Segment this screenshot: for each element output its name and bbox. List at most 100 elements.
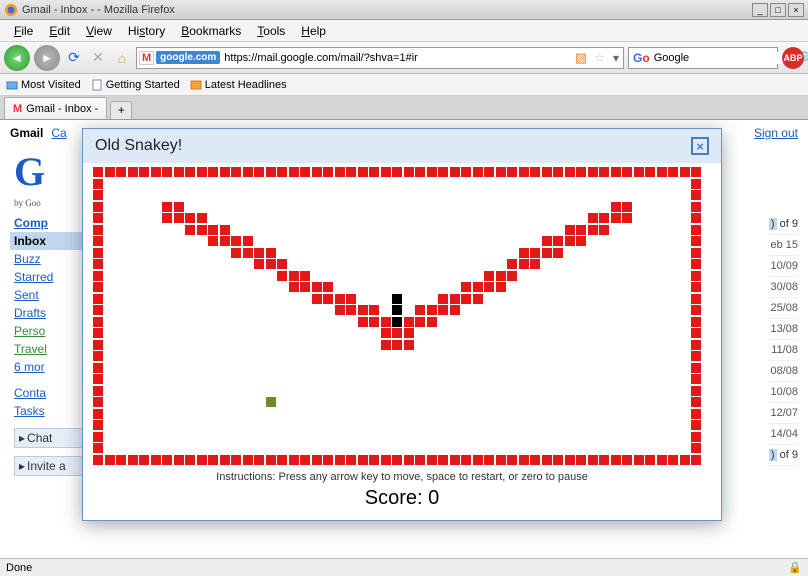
mail-date: 14/04 (769, 424, 798, 445)
wall-block (277, 167, 287, 177)
wall-block (691, 455, 701, 465)
menu-view[interactable]: View (78, 22, 120, 40)
wall-block (243, 236, 253, 246)
reload-button[interactable]: ⟳ (64, 48, 84, 68)
wall-block (461, 282, 471, 292)
menu-file[interactable]: File (6, 22, 41, 40)
label-travel[interactable]: Travel (14, 340, 84, 358)
wall-block (542, 455, 552, 465)
gmail-top-link[interactable]: Ca (51, 126, 66, 140)
wall-block (415, 317, 425, 327)
wall-block (599, 225, 609, 235)
wall-block (576, 455, 586, 465)
folder-inbox[interactable]: Inbox (10, 232, 84, 250)
wall-block (300, 282, 310, 292)
bookmark-getting-started[interactable]: Getting Started (91, 79, 180, 91)
wall-block (553, 455, 563, 465)
wall-block (553, 236, 563, 246)
wall-block (300, 455, 310, 465)
tasks-link[interactable]: Tasks (14, 402, 84, 420)
site-icon: M (139, 51, 154, 65)
compose-link[interactable]: Comp (14, 214, 84, 232)
bookmark-latest-headlines[interactable]: Latest Headlines (190, 79, 287, 91)
wall-block (335, 305, 345, 315)
wall-block (599, 455, 609, 465)
url-input[interactable] (222, 52, 572, 64)
wall-block (208, 455, 218, 465)
wall-block (289, 271, 299, 281)
search-engine-icon[interactable]: Go (629, 51, 654, 65)
wall-block (611, 167, 621, 177)
wall-block (427, 167, 437, 177)
label-personal[interactable]: Perso (14, 322, 84, 340)
wall-block (484, 167, 494, 177)
wall-block (266, 167, 276, 177)
page-icon (91, 79, 103, 91)
wall-block (496, 167, 506, 177)
search-box[interactable]: Go 🔍 (628, 47, 778, 69)
tab-gmail[interactable]: M Gmail - Inbox - (4, 97, 107, 119)
folder-sent[interactable]: Sent (14, 286, 84, 304)
url-dropdown-icon[interactable]: ▾ (609, 51, 623, 65)
wall-block (404, 317, 414, 327)
bookmark-star-icon[interactable]: ☆ (590, 51, 609, 65)
forward-button[interactable]: ► (34, 45, 60, 71)
wall-block (254, 248, 264, 258)
dialog-close-button[interactable]: × (691, 137, 709, 155)
search-input[interactable] (654, 52, 796, 64)
menu-help[interactable]: Help (293, 22, 334, 40)
chat-section[interactable]: ▸Chat (14, 428, 84, 448)
wall-block (128, 455, 138, 465)
wall-block (691, 225, 701, 235)
wall-block (93, 386, 103, 396)
wall-block (346, 167, 356, 177)
firefox-icon (4, 3, 18, 17)
wall-block (691, 328, 701, 338)
more-labels[interactable]: 6 mor (14, 358, 84, 376)
wall-block (473, 455, 483, 465)
folder-drafts[interactable]: Drafts (14, 304, 84, 322)
close-window-button[interactable]: × (788, 3, 804, 17)
wall-block (300, 167, 310, 177)
maximize-button[interactable]: □ (770, 3, 786, 17)
game-score: Score: 0 (93, 487, 711, 510)
home-button[interactable]: ⌂ (112, 48, 132, 68)
wall-block (93, 328, 103, 338)
minimize-button[interactable]: _ (752, 3, 768, 17)
wall-block (415, 305, 425, 315)
wall-block (691, 259, 701, 269)
url-bar[interactable]: M google.com ▧ ☆ ▾ (136, 47, 624, 69)
menu-tools[interactable]: Tools (249, 22, 293, 40)
new-tab-button[interactable]: + (110, 101, 132, 119)
back-button[interactable]: ◄ (4, 45, 30, 71)
contacts-link[interactable]: Conta (14, 384, 84, 402)
menu-bookmarks[interactable]: Bookmarks (173, 22, 249, 40)
adblock-icon[interactable]: ABP (782, 47, 804, 69)
wall-block (622, 213, 632, 223)
folder-buzz[interactable]: Buzz (14, 250, 84, 268)
wall-block (289, 282, 299, 292)
wall-block (622, 455, 632, 465)
sign-out-link[interactable]: Sign out (754, 126, 798, 140)
wall-block (657, 455, 667, 465)
wall-block (93, 259, 103, 269)
mail-date: 25/08 (769, 298, 798, 319)
rss-icon[interactable]: ▧ (575, 50, 587, 66)
game-board[interactable] (93, 167, 709, 467)
wall-block (691, 294, 701, 304)
wall-block (335, 455, 345, 465)
folder-starred[interactable]: Starred (14, 268, 84, 286)
invite-section[interactable]: ▸Invite a (14, 456, 84, 476)
wall-block (105, 455, 115, 465)
stop-button[interactable]: ✕ (88, 48, 108, 68)
wall-block (450, 455, 460, 465)
menu-edit[interactable]: Edit (41, 22, 78, 40)
menu-history[interactable]: History (120, 22, 173, 40)
wall-block (185, 225, 195, 235)
wall-block (496, 282, 506, 292)
wall-block (438, 294, 448, 304)
wall-block (93, 167, 103, 177)
bookmark-most-visited[interactable]: Most Visited (6, 79, 81, 91)
wall-block (415, 455, 425, 465)
snake-segment (392, 294, 402, 304)
